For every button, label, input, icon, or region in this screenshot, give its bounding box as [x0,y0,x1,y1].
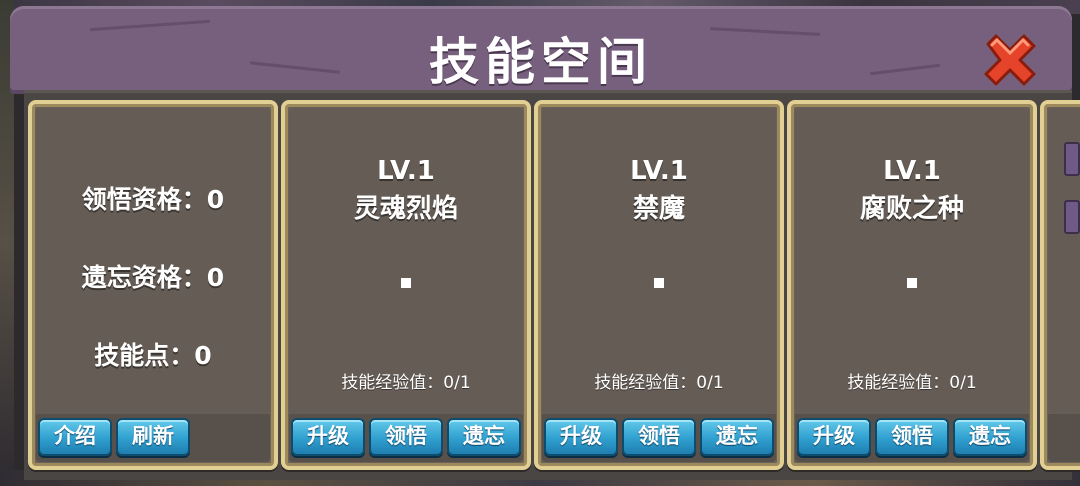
skill-level: LV.1 [883,156,941,186]
forget-button[interactable]: 遗忘 [700,418,774,456]
title-bar: 技能空间 [10,6,1072,94]
game-screen: 技能空间 领悟资格：0 遗忘资格：0 技能点：0 介绍 刷新 LV.1 灵魂烈焰… [0,0,1080,486]
window-title: 技能空间 [429,33,653,91]
skill-exp: 技能经验值：0/1 [594,373,724,393]
skill-card-content: LV.1 灵魂烈焰 技能经验值：0/1 [289,108,523,414]
skill-name: 腐败之种 [859,194,964,224]
side-tab[interactable] [1064,200,1080,234]
skill-exp: 技能经验值：0/1 [847,373,977,393]
side-tab[interactable] [1064,142,1080,176]
skill-card: LV.1 灵魂烈焰 技能经验值：0/1 升级 领悟 遗忘 [281,100,531,470]
skill-card: LV.1 禁魔 技能经验值：0/1 升级 领悟 遗忘 [534,100,784,470]
skill-card-footer [1048,414,1080,462]
upgrade-button[interactable]: 升级 [291,418,365,456]
skill-icon-placeholder [654,278,664,288]
skill-icon-placeholder [907,278,917,288]
skill-level: LV.1 [377,156,435,186]
forget-button[interactable]: 遗忘 [447,418,521,456]
insight-button[interactable]: 领悟 [369,418,443,456]
insight-qualification: 领悟资格：0 [81,185,225,214]
status-card: 领悟资格：0 遗忘资格：0 技能点：0 介绍 刷新 [28,100,278,470]
skill-exp: 技能经验值：0/1 [341,373,471,393]
refresh-button[interactable]: 刷新 [116,418,190,456]
insight-button[interactable]: 领悟 [622,418,696,456]
skill-level: LV.1 [630,156,688,186]
close-x-icon [984,34,1036,86]
skill-name: 禁魔 [632,194,685,224]
upgrade-button[interactable]: 升级 [797,418,871,456]
status-card-content: 领悟资格：0 遗忘资格：0 技能点：0 [36,108,270,414]
close-button[interactable] [978,28,1042,92]
forget-qualification: 遗忘资格：0 [81,263,225,292]
skill-icon-placeholder [401,278,411,288]
skill-card: LV.1 腐败之种 技能经验值：0/1 升级 领悟 遗忘 [787,100,1037,470]
insight-button[interactable]: 领悟 [875,418,949,456]
skill-name: 灵魂烈焰 [353,194,458,224]
forget-button[interactable]: 遗忘 [953,418,1027,456]
intro-button[interactable]: 介绍 [38,418,112,456]
skill-card-content: LV.1 禁魔 技能经验值：0/1 [542,108,776,414]
skill-points: 技能点：0 [94,341,212,370]
skill-card-content: LV.1 腐败之种 技能经验值：0/1 [795,108,1029,414]
upgrade-button[interactable]: 升级 [544,418,618,456]
